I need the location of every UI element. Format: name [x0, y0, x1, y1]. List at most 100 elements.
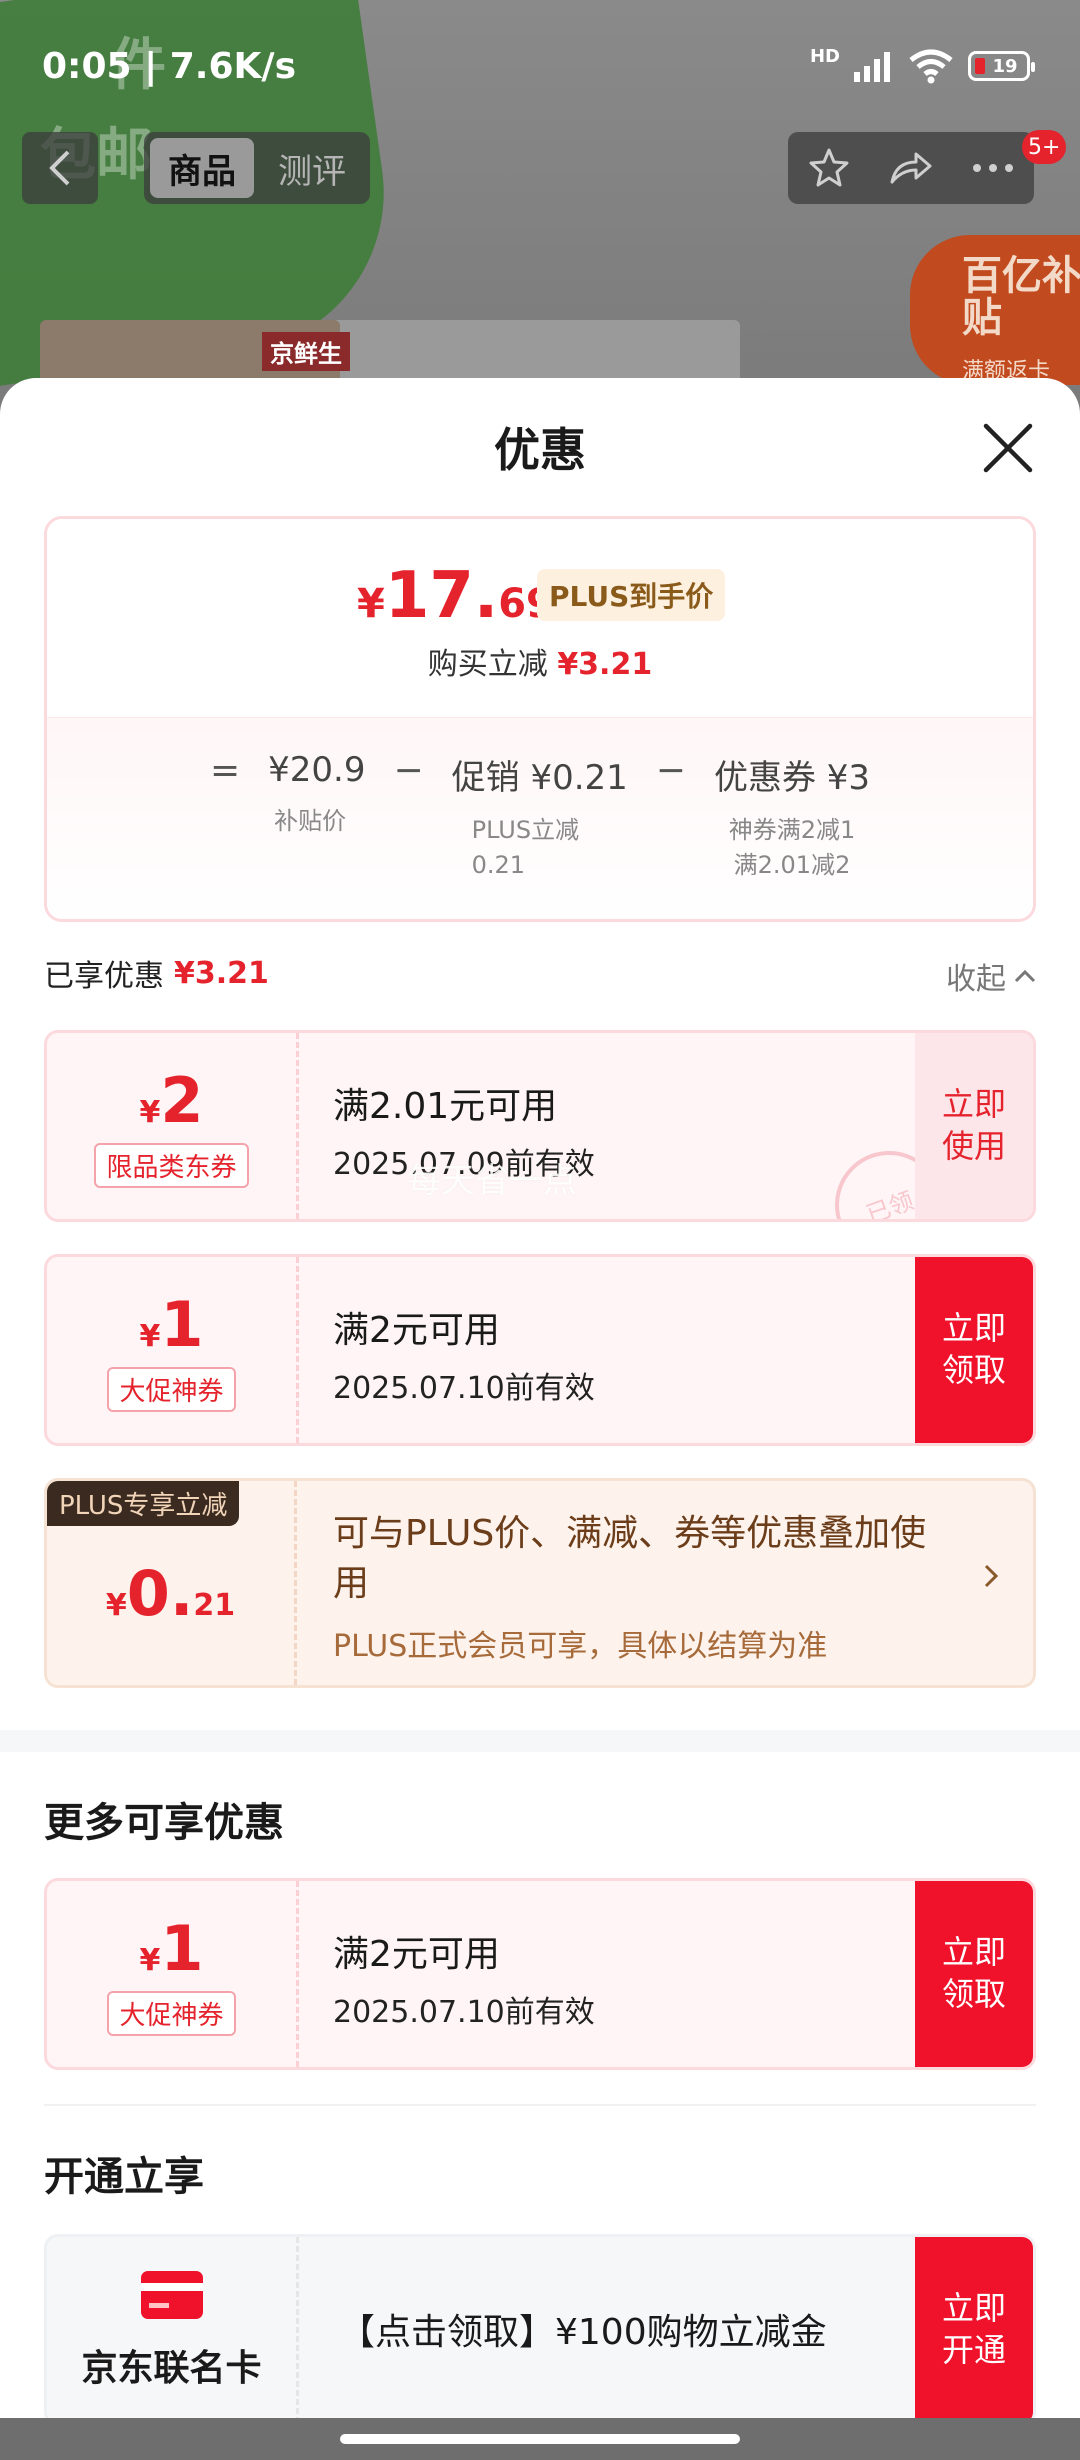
- close-icon[interactable]: [980, 420, 1036, 476]
- coupon-number: 2: [160, 1064, 204, 1137]
- subsidy-price-label: 补贴价: [274, 807, 347, 835]
- plus-discount-card[interactable]: ¥ 0. 21 PLUS专享立减 可与PLUS价、满减、券等优惠叠加使用 PLU…: [44, 1478, 1036, 1688]
- plus-title: 可与PLUS价、满减、券等优惠叠加使用: [333, 1513, 927, 1605]
- coupon-amount-section: ¥ 1 大促神券: [47, 1881, 299, 2067]
- formula-item: ¥20.9 补贴价: [268, 750, 365, 839]
- formula-item: 优惠券 ¥3 神券满2减1 满2.01减2: [714, 750, 870, 883]
- more-icon[interactable]: [971, 162, 1015, 174]
- more-offers-title: 更多可享优惠: [44, 1800, 284, 1846]
- minus-sign: −: [655, 750, 686, 791]
- subsidy-price: ¥20.9: [268, 750, 366, 790]
- battery-icon: 19: [968, 51, 1035, 81]
- credit-card-icon: [140, 2271, 203, 2319]
- coupon-details: 满2元可用 2025.07.10前有效: [333, 1301, 595, 1407]
- sticker-title: 百亿补贴: [962, 253, 1080, 341]
- chevron-left-icon: [49, 150, 70, 186]
- plus-ribbon: PLUS专享立减: [47, 1481, 240, 1526]
- tab-product[interactable]: 商品: [150, 138, 254, 198]
- enjoyed-discount-row: 已享优惠 ¥3.21 收起: [44, 948, 1036, 998]
- enjoyed-value: ¥3.21: [174, 955, 269, 991]
- coupon-type-tag: 限品类东券: [94, 1143, 249, 1188]
- equals-sign: =: [209, 750, 241, 791]
- card-section: 京东联名卡: [47, 2237, 299, 2418]
- watermark-text: 每天省一点: [407, 1161, 577, 1201]
- plus-price-tag: PLUS到手价: [537, 569, 726, 621]
- plus-subtitle: PLUS正式会员可享，具体以结算为准: [333, 1629, 828, 1664]
- product-tabs: 商品 测评: [144, 132, 370, 204]
- plus-symbol: ¥: [105, 1587, 127, 1623]
- coupon-condition: 满2元可用: [333, 1310, 500, 1351]
- plus-integer: 0.: [126, 1556, 194, 1630]
- section-separator: [44, 2104, 1036, 2106]
- share-icon[interactable]: [888, 148, 934, 188]
- chevron-up-icon: [1014, 969, 1036, 983]
- formula-item: 促销 ¥0.21 PLUS立减 0.21: [452, 750, 628, 883]
- claim-now-button[interactable]: 立即 领取: [915, 1881, 1033, 2067]
- coupon-amount: ¥ 1: [139, 1288, 203, 1361]
- coupon-amount: ¥ 1: [139, 1912, 203, 1985]
- back-button[interactable]: [22, 132, 98, 204]
- purchase-reduction: 购买立减 ¥3.21: [47, 639, 1033, 683]
- coupon-symbol: ¥: [139, 1319, 161, 1354]
- coupon-condition: 满2.01元可用: [333, 1086, 558, 1127]
- section-divider: [0, 1730, 1080, 1752]
- final-price: ¥ 17. 69: [357, 559, 554, 633]
- nav-actions: [788, 132, 1034, 204]
- coupon-card: ¥ 1 大促神券 满2元可用 2025.07.10前有效 立即 领取: [44, 1878, 1036, 2070]
- coupon-type-tag: 大促神券: [107, 1367, 236, 1412]
- hd-signal-icon: HD: [809, 45, 840, 67]
- plus-amount: ¥ 0. 21: [106, 1557, 235, 1630]
- collapse-toggle[interactable]: 收起: [946, 954, 1036, 998]
- coupon-symbol: ¥: [139, 1095, 161, 1130]
- coupon-value: 优惠券 ¥3: [713, 758, 871, 798]
- subsidy-sticker: 百亿补贴 满额返卡: [910, 235, 1080, 385]
- message-badge: 5+: [1022, 130, 1067, 164]
- coupon-desc: 神券满2减1 满2.01减2: [728, 816, 856, 879]
- price-integer: 17.: [384, 559, 499, 633]
- card-offer-text: 【点击领取】¥100购物立减金: [339, 2312, 827, 2353]
- sheet-title: 优惠: [494, 423, 586, 477]
- tab-reviews[interactable]: 测评: [260, 138, 364, 198]
- coupon-symbol: ¥: [139, 1943, 161, 1978]
- coupon-card: ¥ 1 大促神券 满2元可用 2025.07.10前有效 立即 领取: [44, 1254, 1036, 1446]
- promotion-value: 促销 ¥0.21: [451, 758, 628, 798]
- reduction-label: 购买立减: [427, 647, 548, 682]
- star-icon[interactable]: [807, 146, 851, 190]
- battery-level: 19: [992, 55, 1018, 77]
- home-indicator[interactable]: [340, 2434, 740, 2444]
- card-name: 京东联名卡: [81, 2348, 262, 2389]
- price-breakdown: = ¥20.9 补贴价 − 促销 ¥0.21 PLUS立减 0.21 − 优惠券…: [47, 717, 1033, 919]
- coupon-condition: 满2元可用: [333, 1934, 500, 1975]
- coupon-details: 满2元可用 2025.07.10前有效: [333, 1925, 595, 2031]
- coupon-card: ¥ 2 限品类东券 满2.01元可用 2025.07.09前有效 每天省一点 已…: [44, 1030, 1036, 1222]
- status-icons: HD 19: [809, 45, 1035, 84]
- home-bar: [0, 2418, 1080, 2460]
- chevron-right-icon: [984, 1564, 999, 1588]
- coupon-amount: ¥ 2: [139, 1064, 203, 1137]
- coupon-number: 1: [160, 1912, 204, 1985]
- status-time: 0:05 | 7.6K/s: [42, 46, 297, 87]
- brand-label: 京鲜生: [262, 332, 350, 371]
- coupon-type-tag: 大促神券: [107, 1991, 236, 2036]
- use-now-button[interactable]: 立即 使用: [915, 1033, 1033, 1219]
- open-now-button[interactable]: 立即 开通: [915, 2237, 1033, 2418]
- price-formula: = ¥20.9 补贴价 − 促销 ¥0.21 PLUS立减 0.21 − 优惠券…: [47, 750, 1033, 883]
- signal-icon: [854, 52, 890, 82]
- status-bar: 0:05 | 7.6K/s HD 19: [0, 0, 1080, 130]
- coupon-number: 1: [160, 1288, 204, 1361]
- price-summary-card: ¥ 17. 69 PLUS到手价 购买立减 ¥3.21 = ¥20.9 补贴价 …: [44, 516, 1036, 922]
- enjoyed-label: 已享优惠: [44, 959, 164, 994]
- co-brand-card-offer: 京东联名卡 【点击领取】¥100购物立减金 立即 开通: [44, 2234, 1036, 2418]
- claim-now-button[interactable]: 立即 领取: [915, 1257, 1033, 1443]
- coupon-validity: 2025.07.10前有效: [333, 1371, 595, 1406]
- collapse-label: 收起: [946, 962, 1006, 997]
- final-price-section: ¥ 17. 69 PLUS到手价 购买立减 ¥3.21: [47, 519, 1033, 717]
- price-symbol: ¥: [357, 581, 385, 627]
- wifi-icon: [909, 49, 953, 84]
- promotion-desc: PLUS立减 0.21: [471, 816, 580, 879]
- coupon-validity: 2025.07.10前有效: [333, 1995, 595, 2030]
- coupon-amount-section: ¥ 2 限品类东券: [47, 1033, 299, 1219]
- plus-decimal: 21: [193, 1587, 236, 1623]
- open-enjoy-title: 开通立享: [44, 2154, 204, 2200]
- minus-sign: −: [393, 750, 424, 791]
